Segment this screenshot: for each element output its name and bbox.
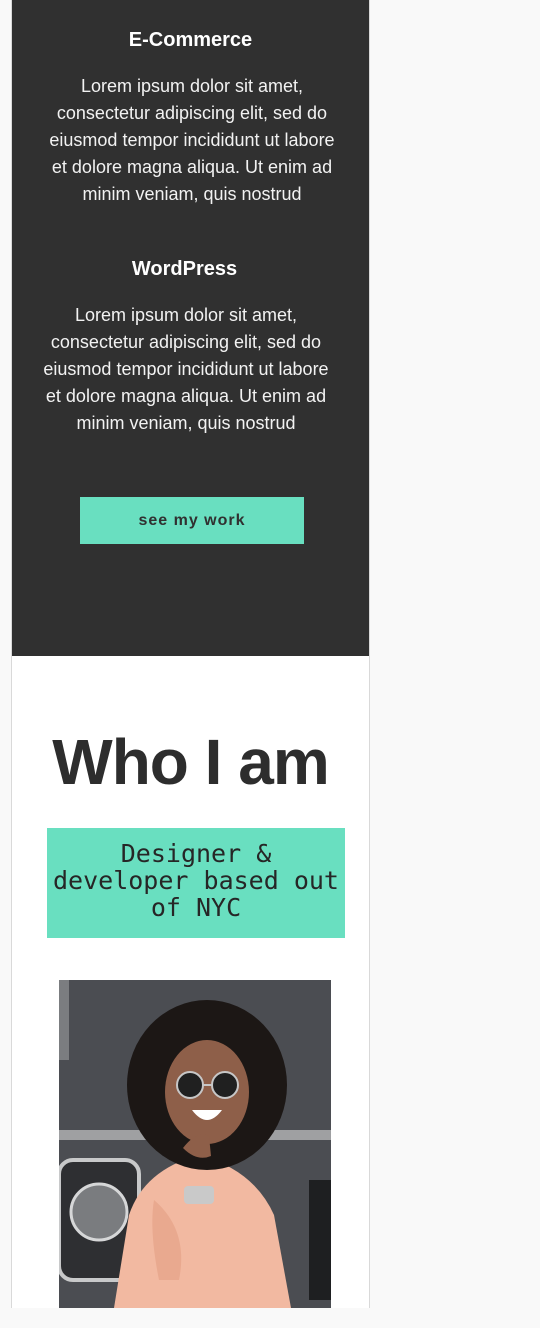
see-my-work-button[interactable]: see my work — [80, 497, 304, 544]
services-section: E-Commerce Lorem ipsum dolor sit amet, c… — [12, 0, 369, 656]
tagline-box: Designer & developer based out of NYC — [47, 828, 345, 938]
service-title-ecommerce: E-Commerce — [128, 29, 253, 51]
portrait-photo — [59, 980, 331, 1308]
page-frame: E-Commerce Lorem ipsum dolor sit amet, c… — [11, 0, 370, 1308]
portrait-illustration — [59, 980, 331, 1308]
service-description-wordpress: Lorem ipsum dolor sit amet, consectetur … — [43, 305, 329, 433]
service-description-ecommerce: Lorem ipsum dolor sit amet, consectetur … — [49, 76, 335, 204]
about-title: Who I am — [52, 726, 329, 798]
service-title-wordpress: WordPress — [131, 258, 238, 280]
about-section: Who I am Designer & developer based out … — [12, 656, 369, 1308]
